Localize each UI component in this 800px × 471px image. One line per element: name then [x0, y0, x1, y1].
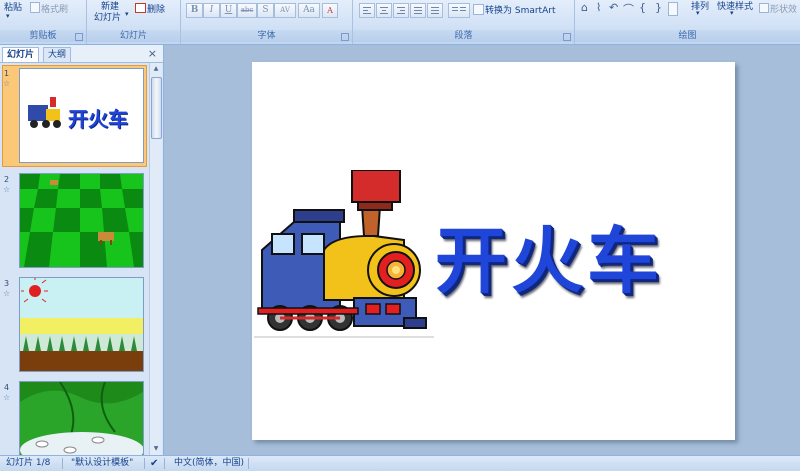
arrange-dropdown-icon[interactable]: ▾: [696, 9, 700, 17]
slide-thumbnail-1[interactable]: 开火车: [19, 68, 144, 163]
font-launcher-icon[interactable]: [341, 33, 349, 41]
distributed-button[interactable]: [427, 3, 443, 18]
slide-editing-area: 开火车: [164, 45, 800, 455]
thumbnail-number-1: 1: [4, 69, 10, 78]
scroll-down-icon[interactable]: ▼: [150, 443, 162, 455]
checkerboard-field-image: [20, 174, 143, 267]
arc-icon[interactable]: ↶: [609, 1, 618, 14]
align-left-button[interactable]: [359, 3, 375, 18]
scroll-thumb[interactable]: [151, 77, 162, 139]
new-slide-dropdown-icon[interactable]: ▾: [125, 10, 129, 18]
slide-title[interactable]: 开火车: [435, 202, 663, 307]
quick-styles-dropdown-icon[interactable]: ▾: [730, 9, 734, 17]
tab-outline[interactable]: 大纲: [43, 47, 72, 62]
font-color-button[interactable]: A: [322, 3, 338, 18]
animation-star-icon: ☆: [3, 79, 11, 88]
status-bar: 幻灯片 1/8 "默认设计模板" ✔ 中文(简体，中国): [0, 455, 800, 471]
clipboard-group-label: 剪贴板: [0, 30, 86, 42]
flower-field-image: [20, 278, 143, 371]
curve-icon[interactable]: ⌒: [623, 1, 634, 17]
strikethrough-button[interactable]: abc: [237, 3, 257, 18]
paragraph-launcher-icon[interactable]: [563, 33, 571, 41]
delete-slide-button[interactable]: 删除: [147, 2, 165, 15]
slides-group-label: 幻灯片: [87, 30, 180, 42]
bold-button[interactable]: B: [186, 3, 203, 18]
shape-effects-button[interactable]: 形状效: [770, 2, 797, 15]
font-group: B I U abc S AV Aa A 字体: [181, 0, 353, 44]
quick-styles-button[interactable]: 快速样式: [717, 0, 753, 12]
spell-check-icon[interactable]: ✔: [150, 456, 158, 471]
clipboard-launcher-icon[interactable]: [75, 33, 83, 41]
tab-slides[interactable]: 幻灯片: [2, 47, 40, 62]
drawing-group-label: 绘图: [575, 30, 800, 42]
status-separator: [164, 458, 165, 469]
shape-gallery-more-icon[interactable]: [668, 2, 678, 16]
animation-star-icon: ☆: [3, 393, 11, 402]
main-slide[interactable]: 开火车: [252, 62, 735, 440]
format-painter-button[interactable]: 格式刷: [41, 2, 68, 15]
pond-swans-image: [20, 382, 143, 456]
arrange-button[interactable]: 排列: [691, 0, 709, 12]
slide-counter: 幻灯片 1/8: [6, 458, 51, 468]
smartart-icon: [473, 4, 484, 15]
theme-name[interactable]: "默认设计模板": [71, 456, 133, 471]
character-spacing-button[interactable]: AV: [274, 3, 296, 18]
right-brace-icon[interactable]: }: [655, 1, 662, 14]
align-right-button[interactable]: [393, 3, 409, 18]
status-separator: [144, 458, 145, 469]
scroll-up-icon[interactable]: ▲: [150, 63, 162, 75]
thumbnail-scrollbar[interactable]: ▲ ▼: [149, 63, 162, 455]
slide-thumbnail-2[interactable]: [19, 173, 144, 268]
slide-thumbnail-4[interactable]: [19, 381, 144, 456]
slides-panel: 幻灯片 大纲 × 1 ☆ 开火车 2 ☆ 3 ☆ 4 ☆ ▲ ▼: [0, 45, 164, 456]
ribbon: 粘贴 ▾ 格式刷 剪贴板 新建 幻灯片 ▾ 删除 幻灯片 B I U abc S…: [0, 0, 800, 45]
shape-gallery-icon[interactable]: ⌂: [581, 1, 588, 14]
language-indicator[interactable]: 中文(简体，中国): [174, 456, 244, 471]
clipboard-group: 粘贴 ▾ 格式刷 剪贴板: [0, 0, 87, 44]
close-panel-icon[interactable]: ×: [148, 47, 157, 60]
panel-tabs: 幻灯片 大纲 ×: [0, 45, 163, 63]
left-brace-icon[interactable]: {: [639, 1, 646, 14]
paste-dropdown-icon[interactable]: ▾: [6, 12, 10, 20]
thumbnail-number-2: 2: [4, 175, 10, 184]
slides-group: 新建 幻灯片 ▾ 删除 幻灯片: [87, 0, 181, 44]
align-center-button[interactable]: [376, 3, 392, 18]
thumbnail-title-1: 开火车: [68, 107, 128, 131]
shadow-button[interactable]: S: [257, 3, 274, 18]
drawing-group: ⌂ ⌇ ↶ ⌒ { } 排列 ▾ 快速样式 ▾ 形状效 绘图: [575, 0, 800, 44]
status-separator: [248, 458, 249, 469]
thumbnail-number-3: 3: [4, 279, 10, 288]
train-image: [254, 170, 434, 338]
justify-button[interactable]: [410, 3, 426, 18]
shape-outline-icon: [759, 3, 769, 13]
italic-button[interactable]: I: [203, 3, 220, 18]
status-separator: [62, 458, 63, 469]
change-case-button[interactable]: Aa: [298, 3, 320, 18]
delete-slide-icon: [135, 3, 146, 13]
font-group-label: 字体: [181, 30, 352, 42]
new-slide-button[interactable]: 幻灯片: [94, 10, 121, 23]
slide-thumbnail-3[interactable]: [19, 277, 144, 372]
freeform-icon[interactable]: ⌇: [596, 1, 601, 14]
thumbnail-number-4: 4: [4, 383, 10, 392]
convert-smartart-button[interactable]: 转换为 SmartArt: [485, 3, 555, 16]
format-painter-icon: [30, 2, 40, 13]
underline-button[interactable]: U: [220, 3, 237, 18]
animation-star-icon: ☆: [3, 289, 11, 298]
columns-button[interactable]: [448, 3, 470, 18]
paragraph-group-label: 段落: [353, 30, 574, 42]
animation-star-icon: ☆: [3, 185, 11, 194]
paragraph-group: 转换为 SmartArt 段落: [353, 0, 575, 44]
